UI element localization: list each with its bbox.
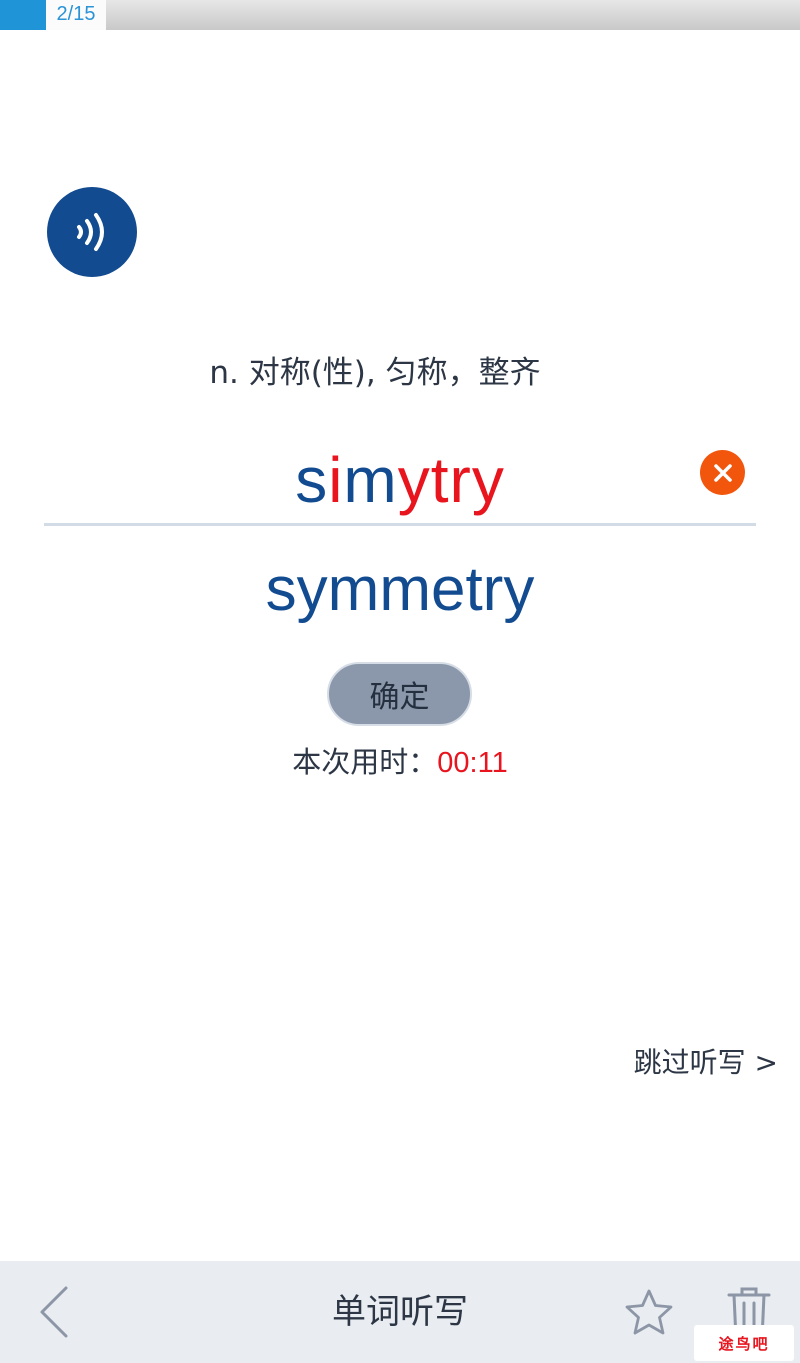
close-icon	[713, 463, 732, 482]
page-title: 单词听写	[332, 1292, 468, 1332]
watermark-logo: 途鸟吧	[694, 1325, 794, 1361]
word-definition: n. 对称(性), 匀称，整齐	[209, 355, 541, 391]
input-underline	[44, 523, 756, 526]
play-audio-button[interactable]	[47, 187, 137, 277]
answer-segment: s	[295, 444, 329, 516]
clear-input-button[interactable]	[700, 450, 745, 495]
answer-input[interactable]: simytry	[0, 438, 800, 522]
confirm-button[interactable]: 确定	[327, 662, 472, 726]
answer-segment: m	[343, 444, 398, 516]
progress-label: 2/15	[46, 0, 106, 30]
correct-word: symmetry	[265, 555, 535, 624]
answer-segment: ytry	[397, 444, 505, 516]
timer-value: 00:11	[437, 747, 508, 779]
progress-fill	[0, 0, 47, 30]
favorite-button[interactable]	[622, 1287, 676, 1339]
skip-dictation-link[interactable]: 跳过听写 >	[634, 1043, 778, 1083]
star-icon	[625, 1289, 673, 1335]
answer-segment: i	[328, 444, 344, 516]
bottom-toolbar: 单词听写	[0, 1261, 800, 1363]
timer-label: 本次用时：	[292, 745, 438, 779]
elapsed-time: 本次用时：00:11	[0, 740, 800, 785]
speaker-wave-icon	[77, 213, 104, 251]
progress-bar: 2/15	[0, 0, 800, 30]
watermark-text: 途鸟吧	[718, 1334, 770, 1353]
